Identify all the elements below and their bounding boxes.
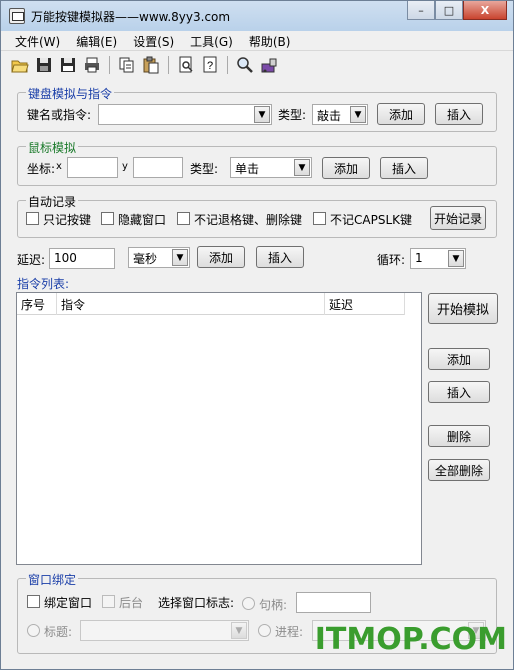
key-type-combo[interactable]: 敲击 ▼ xyxy=(312,104,368,125)
title-label: 标题: xyxy=(44,625,73,639)
print-icon[interactable] xyxy=(83,56,101,74)
y-label: y xyxy=(122,161,128,172)
chevron-down-icon[interactable]: ▼ xyxy=(231,622,247,639)
open-folder-icon[interactable] xyxy=(11,56,29,74)
column-command[interactable]: 指令 xyxy=(57,293,325,315)
hide-window-checkbox[interactable] xyxy=(101,212,114,225)
delay-unit-value: 毫秒 xyxy=(133,252,158,266)
chevron-down-icon[interactable]: ▼ xyxy=(350,106,366,123)
mouse-type-combo[interactable]: 单击 ▼ xyxy=(230,157,312,178)
title-bar: 万能按键模拟器——www.8yy3.com – □ X xyxy=(1,1,513,31)
mouse-group-legend: 鼠标模拟 xyxy=(26,139,79,156)
key-type-label: 类型: xyxy=(278,108,307,122)
main-window: 万能按键模拟器——www.8yy3.com – □ X 文件(W) 编辑(E) … xyxy=(0,0,514,670)
loop-label: 循环: xyxy=(377,253,406,267)
toolbar-separator xyxy=(168,56,169,74)
app-icon xyxy=(9,8,25,24)
close-button[interactable]: X xyxy=(463,1,507,20)
keyboard-group-legend: 键盘模拟与指令 xyxy=(26,85,115,102)
start-simulate-button[interactable]: 开始模拟 xyxy=(428,293,498,324)
handle-input[interactable] xyxy=(296,592,371,613)
mouse-type-label: 类型: xyxy=(190,162,219,176)
column-delay[interactable]: 延迟 xyxy=(325,293,405,315)
x-input[interactable] xyxy=(67,157,118,178)
toolbar-separator xyxy=(109,56,110,74)
title-combo[interactable]: ▼ xyxy=(80,620,249,641)
menu-file[interactable]: 文件(W) xyxy=(7,31,68,50)
loop-combo[interactable]: 1 ▼ xyxy=(410,248,466,269)
tool-icon[interactable] xyxy=(260,56,278,74)
key-name-combo[interactable]: ▼ xyxy=(98,104,272,125)
help-icon[interactable]: ? xyxy=(201,56,219,74)
chevron-down-icon[interactable]: ▼ xyxy=(254,106,270,123)
mouse-insert-button[interactable]: 插入 xyxy=(380,157,428,179)
list-insert-button[interactable]: 插入 xyxy=(428,381,490,403)
menu-help[interactable]: 帮助(B) xyxy=(241,31,299,50)
hide-window-label: 隐藏窗口 xyxy=(118,213,167,227)
list-delete-button[interactable]: 删除 xyxy=(428,425,490,447)
toolbar: ? xyxy=(11,54,278,76)
list-add-button[interactable]: 添加 xyxy=(428,348,490,370)
column-index[interactable]: 序号 xyxy=(17,293,57,315)
toolbar-separator xyxy=(227,56,228,74)
save-as-icon[interactable] xyxy=(59,56,77,74)
window-controls: – □ X xyxy=(407,1,507,21)
mouse-type-value: 单击 xyxy=(235,162,260,176)
bind-window-label: 绑定窗口 xyxy=(44,596,93,610)
process-label: 进程: xyxy=(275,625,304,639)
save-icon[interactable] xyxy=(35,56,53,74)
handle-label: 句柄: xyxy=(259,598,288,612)
delay-insert-button[interactable]: 插入 xyxy=(256,246,304,268)
svg-text:?: ? xyxy=(207,60,213,72)
start-record-button[interactable]: 开始记录 xyxy=(430,206,486,230)
coord-label: 坐标: xyxy=(27,162,56,176)
delay-unit-combo[interactable]: 毫秒 ▼ xyxy=(128,247,190,268)
mouse-add-button[interactable]: 添加 xyxy=(322,157,370,179)
menu-bar: 文件(W) 编辑(E) 设置(S) 工具(G) 帮助(B) xyxy=(1,31,513,51)
menu-tools[interactable]: 工具(G) xyxy=(182,31,241,50)
delete-all-button[interactable]: 全部删除 xyxy=(428,459,490,481)
handle-radio[interactable] xyxy=(242,597,255,610)
minimize-button[interactable]: – xyxy=(407,1,435,20)
only-keys-label: 只记按键 xyxy=(43,213,92,227)
no-capslock-label: 不记CAPSLK键 xyxy=(330,213,412,227)
no-backspace-checkbox[interactable] xyxy=(177,212,190,225)
key-name-label: 键名或指令: xyxy=(27,108,92,122)
menu-edit[interactable]: 编辑(E) xyxy=(68,31,125,50)
process-radio[interactable] xyxy=(258,624,271,637)
bind-window-checkbox[interactable] xyxy=(27,595,40,608)
autorecord-group-legend: 自动记录 xyxy=(26,193,79,210)
preview-icon[interactable] xyxy=(177,56,195,74)
search-icon[interactable] xyxy=(236,56,254,74)
watermark: ITMOP.COM xyxy=(314,622,507,657)
chevron-down-icon[interactable]: ▼ xyxy=(448,250,464,267)
chevron-down-icon[interactable]: ▼ xyxy=(172,249,188,266)
key-insert-button[interactable]: 插入 xyxy=(435,103,483,125)
background-label: 后台 xyxy=(119,596,144,610)
no-backspace-label: 不记退格键、删除键 xyxy=(194,213,303,227)
delay-label: 延迟: xyxy=(17,253,46,267)
menu-settings[interactable]: 设置(S) xyxy=(125,31,182,50)
key-add-button[interactable]: 添加 xyxy=(377,103,425,125)
no-capslock-checkbox[interactable] xyxy=(313,212,326,225)
x-label: x xyxy=(56,161,62,172)
delay-add-button[interactable]: 添加 xyxy=(197,246,245,268)
command-list-label: 指令列表: xyxy=(17,277,70,291)
command-list-header: 序号 指令 延迟 xyxy=(17,293,405,315)
chevron-down-icon[interactable]: ▼ xyxy=(294,159,310,176)
only-keys-checkbox[interactable] xyxy=(26,212,39,225)
command-list[interactable]: 序号 指令 延迟 xyxy=(16,292,422,565)
window-title: 万能按键模拟器——www.8yy3.com xyxy=(31,10,231,24)
select-flag-label: 选择窗口标志: xyxy=(158,596,235,610)
delay-input[interactable]: 100 xyxy=(49,248,115,269)
title-radio[interactable] xyxy=(27,624,40,637)
key-type-value: 敲击 xyxy=(317,109,342,123)
loop-value: 1 xyxy=(415,251,423,265)
copy-icon[interactable] xyxy=(118,56,136,74)
background-checkbox[interactable] xyxy=(102,595,115,608)
maximize-button[interactable]: □ xyxy=(435,1,463,20)
y-input[interactable] xyxy=(133,157,183,178)
paste-icon[interactable] xyxy=(142,56,160,74)
bind-group-legend: 窗口绑定 xyxy=(26,571,79,588)
